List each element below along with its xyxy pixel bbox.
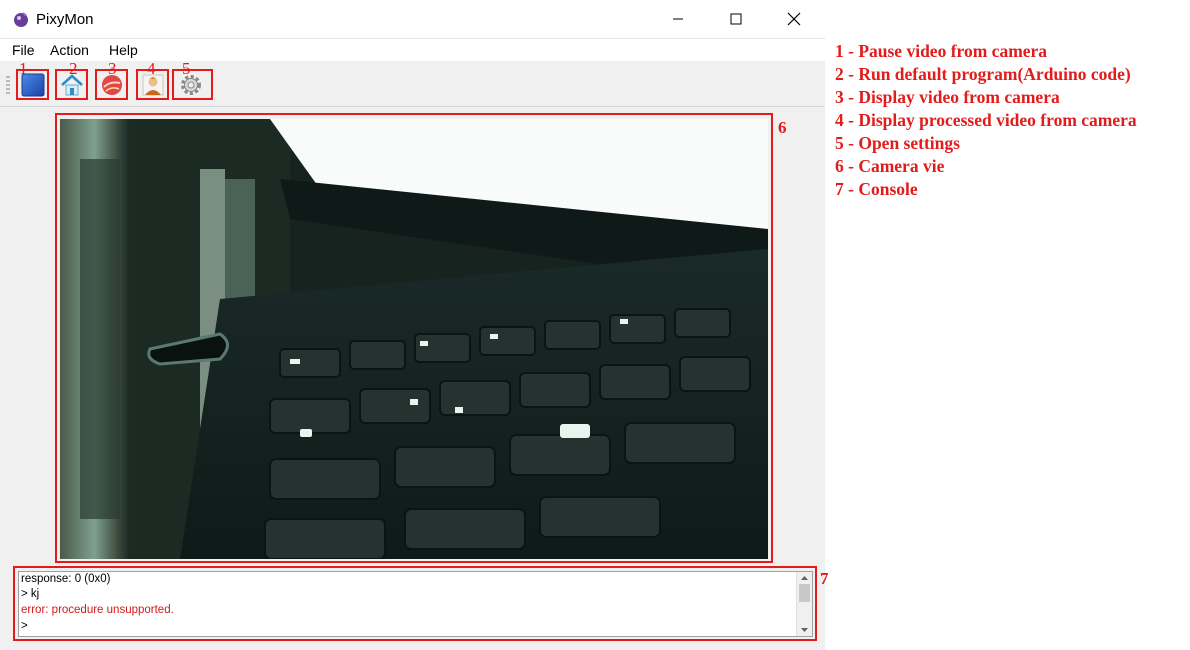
maximize-button[interactable] bbox=[713, 0, 759, 38]
console-line: > kj bbox=[21, 588, 40, 600]
legend-item: 7 - Console bbox=[835, 179, 918, 199]
console-frame: response: 0 (0x0) > kj error: procedure … bbox=[13, 566, 817, 641]
stop-video-icon bbox=[21, 73, 45, 97]
annotation-number-7: 7 bbox=[820, 569, 829, 588]
console-error-line: error: procedure unsupported. bbox=[21, 604, 174, 616]
legend-item: 3 - Display video from camera bbox=[835, 87, 1060, 107]
toolbar-grip[interactable] bbox=[6, 76, 10, 94]
raw-video-icon bbox=[102, 75, 122, 95]
legend-item: 6 - Camera vie bbox=[835, 156, 945, 176]
toolbar-button-settings[interactable]: 5 bbox=[172, 59, 213, 100]
annotation-legend: 1 - Pause video from camera 2 - Run defa… bbox=[835, 40, 1137, 201]
window-title: PixyMon bbox=[36, 11, 94, 28]
console[interactable]: response: 0 (0x0) > kj error: procedure … bbox=[18, 571, 813, 637]
menu-bar: File Action Help bbox=[0, 39, 825, 61]
scroll-up-icon bbox=[801, 576, 808, 580]
toolbar: 1 2 3 4 5 bbox=[0, 59, 825, 107]
console-prompt-line[interactable]: > bbox=[21, 620, 28, 632]
legend-item: 4 - Display processed video from camera bbox=[835, 110, 1137, 130]
camera-view-frame bbox=[55, 113, 773, 563]
minimize-icon bbox=[673, 18, 683, 20]
toolbar-button-processed-video[interactable]: 4 bbox=[136, 59, 169, 100]
toolbar-button-raw-video[interactable]: 3 bbox=[95, 59, 128, 100]
close-icon bbox=[787, 12, 801, 26]
title-bar: PixyMon bbox=[0, 0, 825, 39]
legend-item: 5 - Open settings bbox=[835, 133, 960, 153]
maximize-icon bbox=[730, 13, 742, 25]
menu-file[interactable]: File bbox=[12, 42, 35, 58]
legend-item: 2 - Run default program(Arduino code) bbox=[835, 64, 1131, 84]
menu-help[interactable]: Help bbox=[109, 42, 138, 58]
camera-image bbox=[60, 119, 768, 559]
home-icon bbox=[61, 74, 83, 96]
annotation-number-6: 6 bbox=[778, 118, 787, 137]
close-button[interactable] bbox=[771, 0, 817, 38]
minimize-button[interactable] bbox=[655, 0, 701, 38]
scroll-down-icon bbox=[801, 628, 808, 632]
console-scrollbar[interactable] bbox=[796, 572, 812, 636]
menu-action[interactable]: Action bbox=[50, 42, 89, 58]
scrollbar-arrows bbox=[799, 576, 810, 632]
toolbar-button-home[interactable]: 2 bbox=[55, 59, 88, 100]
toolbar-button-stop[interactable]: 1 bbox=[16, 59, 49, 100]
pixymon-app-icon bbox=[14, 12, 28, 27]
pixymon-window: PixyMon File Action Help 1 2 3 4 5 6 res… bbox=[0, 0, 829, 650]
scroll-thumb bbox=[799, 584, 810, 602]
console-line: response: 0 (0x0) bbox=[21, 573, 111, 585]
processed-video-icon bbox=[142, 74, 164, 96]
gear-icon bbox=[181, 75, 201, 95]
camera-view[interactable] bbox=[60, 119, 768, 559]
legend-item: 1 - Pause video from camera bbox=[835, 41, 1048, 61]
